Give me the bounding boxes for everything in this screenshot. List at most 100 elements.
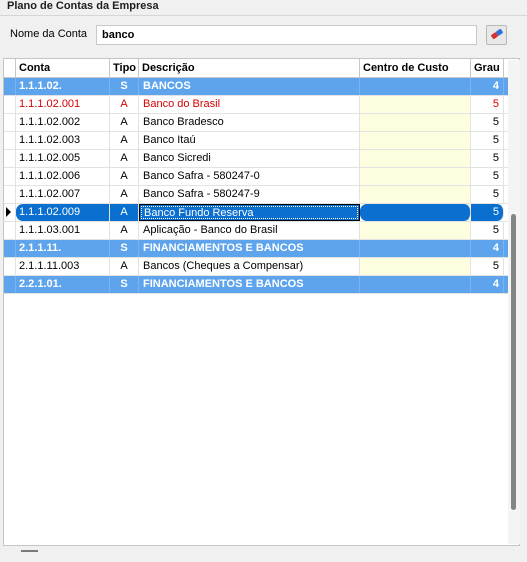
cell-centro-de-custo[interactable]	[360, 222, 471, 239]
table-row[interactable]: 2.1.1.11. S FINANCIAMENTOS E BANCOS 4	[4, 240, 519, 258]
table-row[interactable]: 1.1.1.02.007 A Banco Safra - 580247-9 5	[4, 186, 519, 204]
cell-centro-de-custo[interactable]	[360, 204, 471, 221]
cell-conta[interactable]: 1.1.1.02.007	[16, 186, 110, 203]
cell-descricao[interactable]: Bancos (Cheques a Compensar)	[139, 258, 360, 275]
table-row[interactable]: 1.1.1.02.009 A Banco Fundo Reserva 5	[4, 204, 519, 222]
cell-grau[interactable]: 4	[471, 240, 504, 257]
cell-descricao[interactable]: Banco Itaú	[139, 132, 360, 149]
cell-centro-de-custo[interactable]	[360, 258, 471, 275]
cell-tipo[interactable]: A	[110, 186, 139, 203]
table-row[interactable]: 2.1.1.11.003 A Bancos (Cheques a Compensar…	[4, 258, 519, 276]
panel-title: Plano de Contas da Empresa	[7, 0, 159, 12]
cell-centro-de-custo[interactable]	[360, 186, 471, 203]
cell-grau[interactable]: 5	[471, 96, 504, 113]
account-name-input[interactable]	[96, 25, 477, 45]
cell-conta[interactable]: 1.1.1.02.006	[16, 168, 110, 185]
row-indicator	[4, 150, 16, 167]
row-indicator	[4, 78, 16, 95]
cell-descricao[interactable]: Banco do Brasil	[139, 96, 360, 113]
cell-conta[interactable]: 2.2.1.01.	[16, 276, 110, 293]
cell-grau[interactable]: 5	[471, 186, 504, 203]
cell-centro-de-custo[interactable]	[360, 276, 471, 293]
row-indicator	[4, 132, 16, 149]
cell-grau[interactable]: 5	[471, 258, 504, 275]
row-indicator	[4, 240, 16, 257]
cell-grau[interactable]: 4	[471, 276, 504, 293]
cell-descricao[interactable]: Banco Safra - 580247-0	[139, 168, 360, 185]
cell-descricao[interactable]: Banco Sicredi	[139, 150, 360, 167]
cell-centro-de-custo[interactable]	[360, 240, 471, 257]
cell-descricao[interactable]: FINANCIAMENTOS E BANCOS	[139, 240, 360, 257]
row-indicator	[4, 96, 16, 113]
cell-descricao[interactable]: Aplicação - Banco do Brasil	[139, 222, 360, 239]
cell-grau[interactable]: 5	[471, 204, 504, 221]
cell-descricao[interactable]: Banco Safra - 580247-9	[139, 186, 360, 203]
cell-conta[interactable]: 2.1.1.11.003	[16, 258, 110, 275]
cell-conta[interactable]: 1.1.1.02.005	[16, 150, 110, 167]
cell-tipo[interactable]: A	[110, 114, 139, 131]
grid-rows: 1.1.1.02. S BANCOS 4 1.1.1.02.001 A Banco do B…	[4, 78, 519, 294]
cell-tipo[interactable]: S	[110, 276, 139, 293]
cell-conta[interactable]: 1.1.1.03.001	[16, 222, 110, 239]
cell-tipo[interactable]: A	[110, 132, 139, 149]
cell-descricao[interactable]: FINANCIAMENTOS E BANCOS	[139, 276, 360, 293]
column-header-grau[interactable]: Grau	[471, 59, 504, 77]
table-row[interactable]: 1.1.1.02.002 A Banco Bradesco 5	[4, 114, 519, 132]
cell-centro-de-custo[interactable]	[360, 114, 471, 131]
cell-conta[interactable]: 1.1.1.02.009	[16, 204, 110, 221]
column-header-descricao[interactable]: Descrição	[139, 59, 360, 77]
indicator-column-header	[4, 59, 16, 77]
cell-tipo[interactable]: S	[110, 240, 139, 257]
current-row-arrow-icon	[6, 207, 11, 217]
row-indicator	[4, 258, 16, 275]
column-header-centro-de-custo[interactable]: Centro de Custo	[360, 59, 471, 77]
cell-grau[interactable]: 5	[471, 114, 504, 131]
vertical-scrollbar[interactable]	[508, 60, 520, 544]
cell-centro-de-custo[interactable]	[360, 150, 471, 167]
row-indicator	[4, 276, 16, 293]
cell-descricao[interactable]: Banco Fundo Reserva	[139, 204, 360, 221]
table-row[interactable]: 1.1.1.02.005 A Banco Sicredi 5	[4, 150, 519, 168]
cell-grau[interactable]: 5	[471, 150, 504, 167]
clear-search-button[interactable]	[486, 25, 507, 45]
cell-centro-de-custo[interactable]	[360, 78, 471, 95]
cell-centro-de-custo[interactable]	[360, 168, 471, 185]
cell-conta[interactable]: 1.1.1.02.	[16, 78, 110, 95]
cell-grau[interactable]: 5	[471, 132, 504, 149]
cell-centro-de-custo[interactable]	[360, 132, 471, 149]
table-row[interactable]: 1.1.1.02.003 A Banco Itaú 5	[4, 132, 519, 150]
eraser-icon	[490, 28, 504, 43]
panel-divider	[0, 15, 527, 16]
cell-centro-de-custo[interactable]	[360, 96, 471, 113]
cell-tipo[interactable]: A	[110, 222, 139, 239]
table-row[interactable]: 1.1.1.03.001 A Aplicação - Banco do Brasil…	[4, 222, 519, 240]
column-header-conta[interactable]: Conta	[16, 59, 110, 77]
cell-tipo[interactable]: A	[110, 96, 139, 113]
table-row[interactable]: 1.1.1.02.006 A Banco Safra - 580247-0 5	[4, 168, 519, 186]
cell-conta[interactable]: 1.1.1.02.002	[16, 114, 110, 131]
cell-tipo[interactable]: A	[110, 150, 139, 167]
cell-tipo[interactable]: A	[110, 204, 139, 221]
cell-conta[interactable]: 1.1.1.02.001	[16, 96, 110, 113]
table-row[interactable]: 1.1.1.02. S BANCOS 4	[4, 78, 519, 96]
scrollbar-thumb[interactable]	[511, 214, 516, 510]
cell-grau[interactable]: 5	[471, 222, 504, 239]
row-indicator	[4, 222, 16, 239]
cell-tipo[interactable]: A	[110, 258, 139, 275]
cell-conta[interactable]: 2.1.1.11.	[16, 240, 110, 257]
table-row[interactable]: 2.2.1.01. S FINANCIAMENTOS E BANCOS 4	[4, 276, 519, 294]
cell-descricao[interactable]: BANCOS	[139, 78, 360, 95]
cell-tipo[interactable]: A	[110, 168, 139, 185]
resize-grip[interactable]	[21, 550, 38, 552]
row-indicator	[4, 114, 16, 131]
accounts-grid: Conta Tipo Descrição Centro de Custo Gra…	[3, 58, 520, 546]
cell-grau[interactable]: 4	[471, 78, 504, 95]
column-header-tipo[interactable]: Tipo	[110, 59, 139, 77]
search-label: Nome da Conta	[10, 28, 88, 40]
table-row[interactable]: 1.1.1.02.001 A Banco do Brasil 5	[4, 96, 519, 114]
cell-conta[interactable]: 1.1.1.02.003	[16, 132, 110, 149]
cell-descricao[interactable]: Banco Bradesco	[139, 114, 360, 131]
cell-tipo[interactable]: S	[110, 78, 139, 95]
cell-grau[interactable]: 5	[471, 168, 504, 185]
row-indicator	[4, 168, 16, 185]
